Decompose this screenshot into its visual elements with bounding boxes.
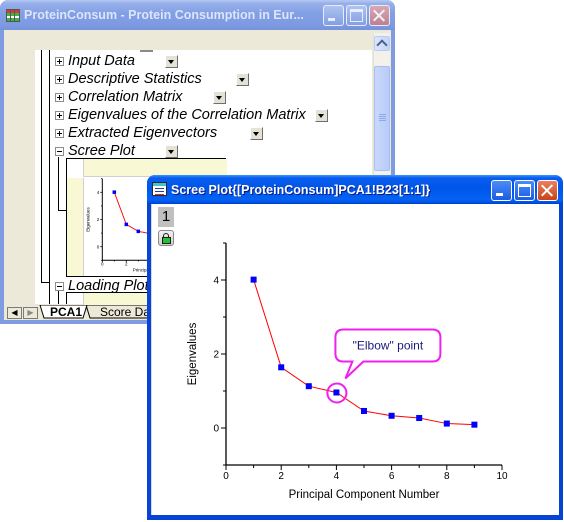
y-tick-label: 4 bbox=[213, 276, 219, 287]
scree-plot-chart[interactable]: 0 2 4 6 8 10 0 2 4 Principal Component Number Eige… bbox=[152, 204, 560, 515]
expand-icon[interactable] bbox=[55, 57, 64, 66]
data-point-marker bbox=[124, 222, 129, 227]
minimize-icon bbox=[328, 18, 335, 21]
data-point-marker bbox=[305, 383, 312, 390]
layer-1-tab[interactable]: 1 bbox=[158, 207, 174, 227]
tree-item-correlation-matrix[interactable]: Correlation Matrix bbox=[52, 88, 352, 106]
collapse-icon[interactable] bbox=[55, 147, 64, 156]
data-point-marker bbox=[471, 421, 478, 428]
minimize-button[interactable] bbox=[491, 180, 512, 201]
tree-item-label[interactable]: Descriptive Statistics bbox=[68, 70, 202, 88]
dropdown-button[interactable] bbox=[165, 145, 178, 158]
lock-icon-body bbox=[161, 237, 171, 244]
expand-icon[interactable] bbox=[55, 75, 64, 84]
data-point-marker bbox=[278, 364, 285, 371]
y-axis-title: Eigenvalues bbox=[85, 206, 90, 231]
x-tick-label: 2 bbox=[278, 471, 284, 482]
tree-item-label[interactable]: Eigenvalues of the Correlation Matrix bbox=[68, 106, 306, 124]
workbook-title-bar[interactable]: ProteinConsum - Protein Consumption in E… bbox=[0, 0, 395, 30]
graph-page[interactable]: 0 2 4 6 8 10 0 2 4 Principal Component Number Eige… bbox=[151, 204, 559, 515]
x-tick-label: 0 bbox=[223, 471, 229, 482]
tree-line bbox=[41, 50, 42, 282]
grip-icon bbox=[379, 120, 386, 121]
minimize-button[interactable] bbox=[323, 5, 344, 26]
expand-icon[interactable] bbox=[55, 111, 64, 120]
x-tick-label: 8 bbox=[444, 471, 450, 482]
tree-line bbox=[58, 210, 66, 211]
tree-item-descriptive-statistics[interactable]: Descriptive Statistics bbox=[52, 70, 352, 88]
y-axis-title: Eigenvalues bbox=[187, 322, 199, 385]
elbow-callout-bubble bbox=[334, 328, 442, 380]
tree-item-label[interactable]: Input Data bbox=[68, 52, 135, 70]
sheet-tab-pca1[interactable]: PCA1 bbox=[50, 306, 82, 319]
minimize-icon bbox=[496, 193, 503, 196]
elbow-callout-text: "Elbow" point bbox=[353, 338, 424, 352]
graph-title: Scree Plot{[ProteinConsum]PCA1!B23[1:1]} bbox=[171, 183, 431, 197]
x-tick-label: 0 bbox=[101, 261, 104, 266]
maximize-button[interactable] bbox=[346, 5, 367, 26]
tree-line bbox=[41, 282, 49, 283]
y-tick-label: 4 bbox=[97, 190, 100, 195]
grip-icon bbox=[379, 114, 386, 115]
close-button[interactable] bbox=[369, 5, 390, 26]
maximize-button[interactable] bbox=[514, 180, 535, 201]
data-point-marker bbox=[250, 276, 257, 283]
close-icon bbox=[373, 9, 386, 22]
collapse-icon[interactable] bbox=[55, 282, 64, 291]
y-tick-label: 2 bbox=[97, 217, 100, 222]
data-point-marker bbox=[361, 407, 367, 414]
worksheet-icon[interactable] bbox=[6, 9, 20, 22]
dropdown-button[interactable] bbox=[236, 73, 249, 86]
lock-button[interactable] bbox=[158, 230, 174, 246]
data-point-marker bbox=[416, 415, 423, 422]
x-tick-label: 10 bbox=[496, 471, 508, 482]
workbook-title: ProteinConsum - Protein Consumption in E… bbox=[24, 8, 304, 22]
data-point-marker bbox=[112, 190, 117, 194]
data-point-marker bbox=[136, 229, 141, 234]
tree-item-label[interactable]: Extracted Eigenvectors bbox=[68, 124, 217, 142]
scroll-thumb[interactable] bbox=[374, 66, 390, 171]
maximize-icon bbox=[518, 184, 531, 197]
x-tick-label: 2 bbox=[125, 261, 128, 266]
y-tick-label: 0 bbox=[97, 244, 100, 249]
data-point-marker bbox=[443, 420, 450, 427]
tree-item-extracted-eigenvectors[interactable]: Extracted Eigenvectors bbox=[52, 124, 352, 142]
data-point-marker bbox=[333, 389, 340, 396]
x-axis-title: Principal Component Number bbox=[289, 489, 440, 501]
x-tick-label: 6 bbox=[389, 471, 395, 482]
tree-item-input-data[interactable]: Input Data bbox=[52, 52, 352, 70]
dropdown-button[interactable] bbox=[250, 127, 263, 140]
sheet-tab-score-data[interactable]: Score Da bbox=[100, 306, 150, 319]
dropdown-button[interactable] bbox=[165, 55, 178, 68]
expand-icon[interactable] bbox=[55, 129, 64, 138]
graph-window-icon[interactable] bbox=[152, 182, 167, 196]
scroll-up-button[interactable] bbox=[374, 36, 390, 51]
maximize-icon bbox=[350, 9, 363, 22]
expand-icon[interactable] bbox=[55, 93, 64, 102]
x-tick-label: 4 bbox=[334, 471, 340, 482]
y-tick-label: 0 bbox=[213, 424, 219, 435]
graph-window[interactable]: Scree Plot{[ProteinConsum]PCA1!B23[1:1]}… bbox=[147, 175, 563, 520]
tree-item-label[interactable]: Correlation Matrix bbox=[68, 88, 182, 106]
close-button[interactable] bbox=[537, 180, 558, 201]
tree-item-eigenvalues[interactable]: Eigenvalues of the Correlation Matrix bbox=[52, 106, 352, 124]
grip-icon bbox=[379, 116, 386, 117]
y-tick-label: 2 bbox=[213, 350, 219, 361]
tree-line bbox=[58, 157, 59, 211]
grip-icon bbox=[379, 118, 386, 119]
dropdown-button[interactable] bbox=[213, 91, 226, 104]
data-point-marker bbox=[388, 412, 395, 419]
tree-line bbox=[49, 50, 50, 304]
graph-title-bar[interactable]: Scree Plot{[ProteinConsum]PCA1!B23[1:1]} bbox=[147, 175, 563, 204]
dropdown-button[interactable] bbox=[315, 109, 328, 122]
embed-left-band bbox=[67, 178, 83, 276]
close-icon bbox=[541, 184, 554, 197]
